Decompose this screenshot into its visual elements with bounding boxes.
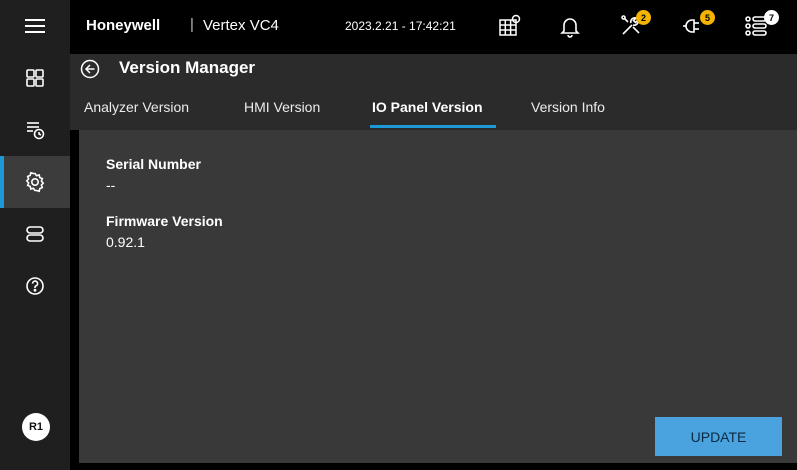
product-name: Vertex VC4 <box>203 17 279 34</box>
brand-separator: | <box>190 16 194 33</box>
sidebar-item-dashboard[interactable] <box>0 52 70 104</box>
sidebar-item-help[interactable] <box>0 260 70 312</box>
list-clock-icon <box>27 122 45 140</box>
sidebar: R1 <box>0 0 70 470</box>
date-time: 2023.2.21 - 17:42:21 <box>345 19 456 33</box>
stack-icon <box>26 226 44 242</box>
top-bar: Honeywell | Vertex VC4 2023.2.21 - 17:42… <box>70 0 797 54</box>
grid-icon <box>26 69 44 87</box>
active-tab-indicator <box>370 125 496 128</box>
tab-io-panel-version[interactable]: IO Panel Version <box>372 99 483 115</box>
serial-number-value: -- <box>106 177 116 193</box>
menu-button[interactable] <box>0 0 70 52</box>
help-icon <box>26 277 44 295</box>
alarms-button[interactable] <box>556 12 584 40</box>
faults-button[interactable]: 5 <box>680 10 715 40</box>
faults-count-badge: 5 <box>700 10 715 25</box>
firmware-version-value: 0.92.1 <box>106 234 145 250</box>
sidebar-item-history[interactable] <box>0 104 70 156</box>
page-header: Version Manager Analyzer Version HMI Ver… <box>70 54 797 130</box>
io-panel-version-panel: Serial Number -- Firmware Version 0.92.1… <box>79 130 797 463</box>
tab-hmi-version[interactable]: HMI Version <box>244 99 320 115</box>
event-list-button[interactable]: 7 <box>742 10 779 40</box>
brand-logo: Honeywell <box>86 17 161 34</box>
firmware-version-label: Firmware Version <box>106 213 223 229</box>
event-count-badge: 7 <box>764 10 779 25</box>
serial-number-label: Serial Number <box>106 156 201 172</box>
update-button[interactable]: UPDATE <box>655 417 782 456</box>
sidebar-item-devices[interactable] <box>0 208 70 260</box>
hamburger-icon <box>25 19 45 33</box>
gear-icon <box>25 171 45 193</box>
tab-analyzer-version[interactable]: Analyzer Version <box>84 99 189 115</box>
tab-version-info[interactable]: Version Info <box>531 99 605 115</box>
bell-icon <box>560 18 580 38</box>
back-arrow-icon[interactable] <box>80 59 100 79</box>
maintenance-count-badge: 2 <box>636 10 651 25</box>
page-title: Version Manager <box>119 58 256 77</box>
maintenance-button[interactable]: 2 <box>618 10 651 40</box>
calendar-grid-icon <box>499 14 521 36</box>
avatar[interactable]: R1 <box>22 413 50 441</box>
sidebar-item-settings[interactable] <box>0 156 70 208</box>
calendar-button[interactable] <box>496 12 524 40</box>
